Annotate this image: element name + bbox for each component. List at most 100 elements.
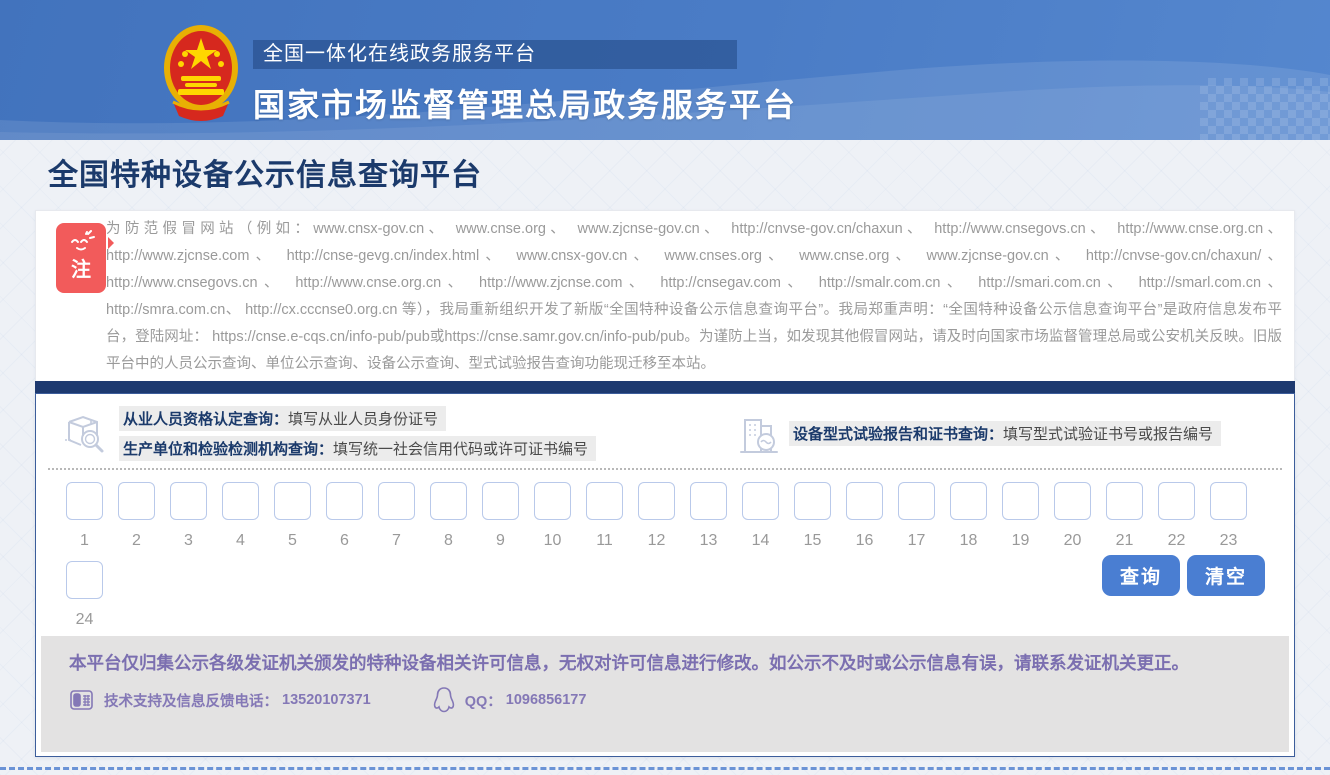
code-input-box[interactable] — [950, 482, 987, 520]
bottom-dashed-divider — [0, 767, 1330, 770]
code-input-box[interactable] — [118, 482, 155, 520]
code-input-box[interactable] — [378, 482, 415, 520]
national-emblem-logo — [163, 24, 239, 122]
code-cell: 24 — [66, 561, 103, 640]
page-title: 全国特种设备公示信息查询平台 — [48, 150, 482, 194]
code-cell-number: 1 — [66, 532, 103, 550]
code-cell-number: 23 — [1210, 532, 1247, 550]
code-cell: 19 — [1002, 482, 1039, 561]
qq-number: 1096856177 — [506, 692, 587, 708]
code-cell: 11 — [586, 482, 623, 561]
code-cell-number: 12 — [638, 532, 675, 550]
code-cell: 22 — [1158, 482, 1195, 561]
code-input-box[interactable] — [898, 482, 935, 520]
notice-badge-label: 注 — [56, 259, 106, 281]
code-cell: 18 — [950, 482, 987, 561]
notice-badge: 注 — [56, 223, 106, 293]
personnel-query-hint: 填写从业人员身份证号 — [288, 411, 438, 428]
code-input-box[interactable] — [430, 482, 467, 520]
contact-row: 技术支持及信息反馈电话： 13520107371 QQ： 1096856177 — [69, 687, 1244, 713]
code-cell-number: 11 — [586, 532, 623, 550]
code-cell: 14 — [742, 482, 779, 561]
building-check-icon — [737, 410, 779, 456]
equipment-query-label: 设备型式试验报告和证书查询： — [793, 426, 1003, 443]
code-input-box[interactable] — [1054, 482, 1091, 520]
unit-query-hint: 填写统一社会信用代码或许可证书编号 — [333, 441, 588, 458]
code-cell-number: 6 — [326, 532, 363, 550]
code-input-box[interactable] — [534, 482, 571, 520]
site-header: 全国一体化在线政务服务平台 国家市场监督管理总局政务服务平台 — [0, 0, 1330, 140]
equipment-query-hint: 填写型式试验证书号或报告编号 — [1003, 426, 1213, 443]
code-cell: 2 — [118, 482, 155, 561]
code-cell: 10 — [534, 482, 571, 561]
qq-label: QQ： — [465, 690, 502, 711]
code-cell-number: 15 — [794, 532, 831, 550]
code-cell: 15 — [794, 482, 831, 561]
personnel-query-label: 从业人员资格认定查询： — [123, 411, 288, 428]
code-input-box[interactable] — [274, 482, 311, 520]
personnel-query-instructions: 从业人员资格认定查询：填写从业人员身份证号 生产单位和检验检测机构查询：填写统一… — [61, 406, 596, 461]
code-cell-number: 13 — [690, 532, 727, 550]
package-search-icon — [61, 410, 107, 456]
code-cell-number: 2 — [118, 532, 155, 550]
code-cell: 5 — [274, 482, 311, 561]
site-title: 国家市场监督管理总局政务服务平台 — [253, 80, 797, 126]
code-cell-number: 9 — [482, 532, 519, 550]
code-cell-number: 21 — [1106, 532, 1143, 550]
pixel-cube-decoration — [1200, 78, 1330, 140]
code-input-box[interactable] — [742, 482, 779, 520]
code-input-box[interactable] — [66, 482, 103, 520]
code-input-box[interactable] — [1158, 482, 1195, 520]
anti-fake-notice-panel: 注 为防范假冒网站（例如：www.cnsx-gov.cn、 www.cnse.o… — [35, 210, 1295, 381]
code-cell: 8 — [430, 482, 467, 561]
code-input-box[interactable] — [1210, 482, 1247, 520]
code-cell-number: 7 — [378, 532, 415, 550]
code-cell-number: 17 — [898, 532, 935, 550]
code-cell-number: 14 — [742, 532, 779, 550]
code-cell: 23 — [1210, 482, 1247, 561]
clear-button[interactable]: 清空 — [1187, 555, 1265, 596]
code-input-box[interactable] — [846, 482, 883, 520]
code-cell: 16 — [846, 482, 883, 561]
code-cell-number: 16 — [846, 532, 883, 550]
code-cell-number: 18 — [950, 532, 987, 550]
code-input-box[interactable] — [794, 482, 831, 520]
code-cell: 17 — [898, 482, 935, 561]
query-instructions: 从业人员资格认定查询：填写从业人员身份证号 生产单位和检验检测机构查询：填写统一… — [61, 402, 1269, 464]
code-cell-number: 19 — [1002, 532, 1039, 550]
code-input-box[interactable] — [66, 561, 103, 599]
qq-group: QQ： 1096856177 — [433, 687, 587, 713]
code-input-box[interactable] — [326, 482, 363, 520]
code-input-box[interactable] — [586, 482, 623, 520]
code-cell: 4 — [222, 482, 259, 561]
code-cell: 1 — [66, 482, 103, 561]
code-cell-number: 22 — [1158, 532, 1195, 550]
code-input-box[interactable] — [638, 482, 675, 520]
code-cell: 12 — [638, 482, 675, 561]
code-cell: 13 — [690, 482, 727, 561]
code-cell-number: 5 — [274, 532, 311, 550]
code-input-box[interactable] — [482, 482, 519, 520]
national-platform-tagline: 全国一体化在线政务服务平台 — [253, 40, 737, 69]
code-input-box[interactable] — [1106, 482, 1143, 520]
code-input-box[interactable] — [690, 482, 727, 520]
unit-query-label: 生产单位和检验检测机构查询： — [123, 441, 333, 458]
equipment-query-instructions: 设备型式试验报告和证书查询：填写型式试验证书号或报告编号 — [737, 410, 1221, 456]
code-cell-number: 8 — [430, 532, 467, 550]
code-cell: 3 — [170, 482, 207, 561]
code-cell: 7 — [378, 482, 415, 561]
equipment-query-line: 设备型式试验报告和证书查询：填写型式试验证书号或报告编号 — [789, 421, 1221, 446]
code-cell-number: 3 — [170, 532, 207, 550]
unit-query-line: 生产单位和检验检测机构查询：填写统一社会信用代码或许可证书编号 — [119, 436, 596, 461]
qq-penguin-icon — [433, 687, 455, 713]
code-input-box[interactable] — [170, 482, 207, 520]
phone-number: 13520107371 — [282, 692, 371, 708]
code-input-grid: 123456789101112131415161718192021222324 — [66, 482, 1261, 640]
phone-label: 技术支持及信息反馈电话： — [104, 690, 278, 711]
personnel-query-line: 从业人员资格认定查询：填写从业人员身份证号 — [119, 406, 446, 431]
code-input-box[interactable] — [222, 482, 259, 520]
search-button[interactable]: 查询 — [1102, 555, 1180, 596]
code-input-box[interactable] — [1002, 482, 1039, 520]
wink-face-icon — [66, 230, 96, 254]
code-cell-number: 4 — [222, 532, 259, 550]
